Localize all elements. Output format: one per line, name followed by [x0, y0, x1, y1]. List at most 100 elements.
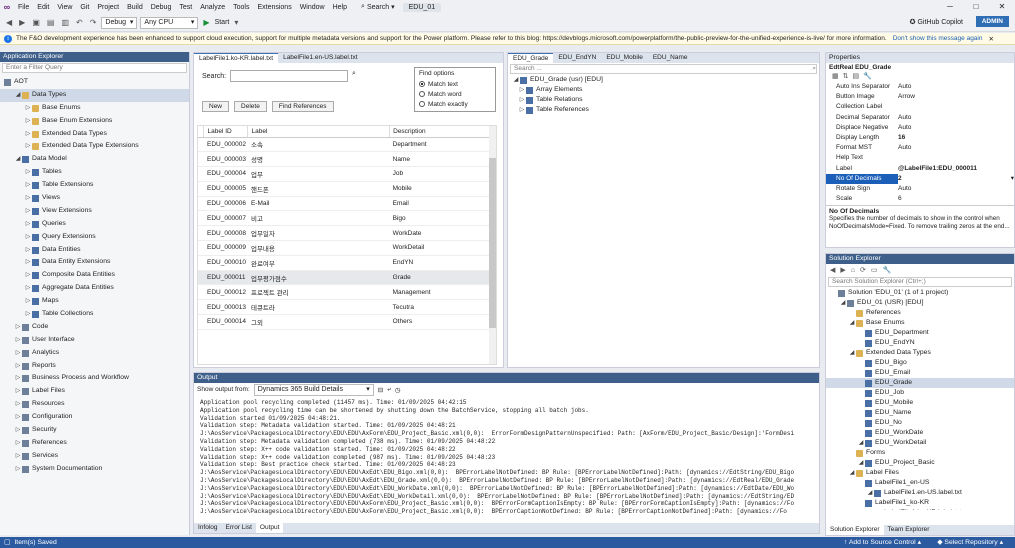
label-search-input[interactable]: [230, 70, 348, 82]
table-row[interactable]: EDU_000006 E-Mail Email: [198, 196, 490, 212]
table-cell[interactable]: Management: [389, 284, 490, 301]
expand-icon[interactable]: ▷: [24, 102, 32, 115]
scrollbar[interactable]: [489, 126, 496, 364]
table-cell[interactable]: Tecutra: [389, 299, 490, 316]
tree-node[interactable]: ▷ Resources: [0, 398, 189, 411]
word-wrap-icon[interactable]: ⤶: [387, 386, 391, 394]
table-cell[interactable]: EDU_000008: [203, 225, 248, 242]
table-cell[interactable]: WorkDate: [389, 225, 490, 242]
table-cell[interactable]: EDU_000002: [203, 137, 248, 153]
clock-icon[interactable]: ◷: [395, 386, 401, 394]
property-row[interactable]: Display Length 16: [826, 133, 1014, 143]
table-row[interactable]: EDU_000008 업무일자 WorkDate: [198, 225, 490, 242]
collapse-icon[interactable]: ◢: [839, 297, 847, 310]
expand-icon[interactable]: ▷: [14, 463, 22, 476]
solution-node[interactable]: ◢ EDU_WorkDetail: [826, 438, 1014, 448]
tree-root[interactable]: AOT: [0, 76, 189, 89]
table-cell[interactable]: EDU_000014: [203, 314, 248, 330]
collapse-icon[interactable]: ◢: [848, 347, 856, 360]
table-cell[interactable]: EDU_000012: [203, 284, 248, 301]
property-row[interactable]: Label @LabelFile1:EDU_000011: [826, 164, 1014, 174]
table-cell[interactable]: 완료여부: [247, 255, 390, 271]
table-cell[interactable]: E-Mail: [247, 196, 390, 212]
expand-icon[interactable]: ▷: [24, 205, 32, 218]
table-cell[interactable]: EDU_000011: [203, 270, 248, 286]
bottom-tab[interactable]: Solution Explorer: [826, 525, 884, 535]
save-all-icon[interactable]: ▥: [59, 18, 71, 27]
property-value[interactable]: Auto: [898, 113, 1014, 123]
table-cell[interactable]: 그외: [247, 314, 390, 330]
menu-item-test[interactable]: Test: [175, 4, 196, 11]
sync-icon[interactable]: ⟳: [860, 266, 866, 274]
select-repository-button[interactable]: ◆ Select Repository ▴: [937, 537, 1003, 548]
expand-icon[interactable]: ▷: [14, 321, 22, 334]
table-cell[interactable]: 성명: [247, 151, 390, 168]
copilot-button[interactable]: ✪ GitHub Copilot: [910, 18, 963, 26]
tree-node[interactable]: ▷ Extended Data Type Extensions: [0, 140, 189, 153]
property-value[interactable]: Arrow: [898, 92, 1014, 102]
table-cell[interactable]: Job: [389, 166, 490, 182]
wrench-icon[interactable]: 🔧: [883, 266, 892, 274]
collapse-icon[interactable]: ◢: [857, 437, 865, 450]
expand-icon[interactable]: ▷: [24, 231, 32, 244]
menu-item-git[interactable]: Git: [76, 4, 93, 11]
expand-icon[interactable]: ▷: [24, 244, 32, 257]
bottom-tab[interactable]: Infolog: [194, 523, 222, 533]
minimize-button[interactable]: ─: [937, 0, 963, 14]
collapse-icon[interactable]: ◢: [857, 457, 865, 470]
table-cell[interactable]: EndYN: [389, 255, 490, 271]
delete-button[interactable]: Delete: [234, 101, 267, 112]
tree-node[interactable]: ◢ Data Types: [0, 88, 189, 102]
property-row[interactable]: Decimal Separator Auto: [826, 113, 1014, 123]
tree-node[interactable]: ▷ Composite Data Entities: [0, 269, 189, 282]
tree-node[interactable]: ▷ View Extensions: [0, 205, 189, 218]
expand-icon[interactable]: ▷: [518, 104, 526, 117]
tree-node[interactable]: ▷ Aggregate Data Entities: [0, 282, 189, 295]
tree-node[interactable]: ▷ Extended Data Types: [0, 128, 189, 141]
table-cell[interactable]: WorkDetail: [389, 240, 490, 256]
designer-tab[interactable]: EDU_EndYN: [553, 53, 601, 63]
platform-dropdown[interactable]: Any CPU ▾: [140, 16, 199, 29]
solution-node[interactable]: EDU_Job: [826, 388, 1014, 398]
table-cell[interactable]: 테큐트라: [247, 299, 390, 316]
table-row[interactable]: EDU_000005 핸드폰 Mobile: [198, 181, 490, 197]
chevron-down-icon[interactable]: ▾: [1011, 174, 1014, 184]
tree-node[interactable]: ▷ Tables: [0, 166, 189, 179]
solution-node[interactable]: EDU_Department: [826, 328, 1014, 338]
collapse-all-icon[interactable]: ▭: [871, 266, 878, 274]
bottom-tab[interactable]: Error List: [222, 523, 256, 533]
table-cell[interactable]: Department: [389, 137, 490, 153]
table-cell[interactable]: EDU_000004: [203, 166, 248, 182]
tree-node[interactable]: ▷ Base Enum Extensions: [0, 115, 189, 128]
expand-icon[interactable]: ▷: [24, 308, 32, 321]
table-cell[interactable]: Name: [389, 151, 490, 168]
tree-node[interactable]: ▷ References: [0, 437, 189, 450]
property-value[interactable]: Auto: [898, 184, 1014, 194]
config-dropdown[interactable]: Debug ▾: [101, 16, 138, 29]
save-icon[interactable]: ▤: [45, 18, 57, 27]
find-option-radio[interactable]: Match exactly: [419, 99, 491, 109]
scrollbar-thumb[interactable]: [489, 158, 496, 328]
menu-item-project[interactable]: Project: [93, 4, 123, 11]
table-cell[interactable]: Email: [389, 196, 490, 212]
table-cell[interactable]: EDU_000009: [203, 240, 248, 256]
property-row[interactable]: Scale 6: [826, 194, 1014, 204]
table-cell[interactable]: 프로젝트 관리: [247, 284, 390, 301]
solution-node[interactable]: EDU_Bigo: [826, 358, 1014, 368]
property-row[interactable]: Format MST Auto: [826, 143, 1014, 153]
expand-icon[interactable]: ▷: [24, 256, 32, 269]
solution-node[interactable]: ◢ EDU_01 (USR) [EDU]: [826, 298, 1014, 308]
table-cell[interactable]: Bigo: [389, 210, 490, 227]
table-cell[interactable]: Grade: [389, 270, 490, 286]
property-row[interactable]: Rotate Sign Auto: [826, 184, 1014, 194]
property-value[interactable]: [898, 153, 1014, 163]
bottom-tab[interactable]: Output: [255, 523, 284, 533]
table-cell[interactable]: 업무: [247, 166, 390, 182]
table-cell[interactable]: Mobile: [389, 181, 490, 197]
tree-node[interactable]: ▷ Security: [0, 424, 189, 437]
admin-badge[interactable]: ADMIN: [975, 16, 1009, 27]
table-cell[interactable]: 업무평가점수: [247, 270, 390, 286]
table-row[interactable]: EDU_000014 그외 Others: [198, 314, 490, 330]
table-row[interactable]: EDU_000009 업무내용 WorkDetail: [198, 240, 490, 256]
expand-icon[interactable]: ▷: [14, 347, 22, 360]
